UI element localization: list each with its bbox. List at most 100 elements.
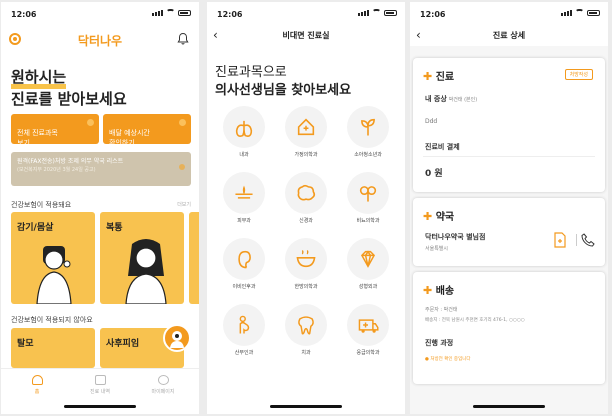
tab-mypage[interactable]: 마이페이지	[143, 375, 183, 395]
status-time: 12:06	[420, 10, 446, 19]
pharmacy-heading: ✚ 약국	[423, 208, 454, 223]
sprout-icon	[347, 106, 389, 148]
department-item[interactable]: 산부인과	[217, 304, 271, 356]
notice-subtitle: (보건복지부 2020년 3월 24일 공고)	[17, 167, 96, 173]
card-cold[interactable]: 감기/몸살	[11, 212, 95, 304]
all-departments-button[interactable]: 전체 진료과목 보기	[11, 114, 99, 147]
pregnancy-icon	[223, 304, 265, 346]
status-icons	[358, 9, 397, 16]
department-item[interactable]: 이비인후과	[217, 238, 271, 290]
delivery-address: 배송지 : 전북 남원시 주천면 호기리 476-1, ○○○○	[425, 318, 525, 323]
insured-section-title: 건강보험이 적용돼요	[11, 201, 72, 209]
fee-value: 0 원	[425, 169, 443, 179]
home-indicator	[64, 405, 136, 408]
pharmacy-name-row: 닥터나우약국 별님점	[425, 232, 485, 242]
ear-icon	[223, 238, 265, 280]
department-label: 피부과	[237, 218, 251, 224]
status-icons	[152, 9, 191, 16]
progress-row: 진행 과정	[425, 338, 453, 348]
herbal-bowl-icon	[285, 238, 327, 280]
ambulance-icon	[347, 304, 389, 346]
diamond-icon	[347, 238, 389, 280]
status-time: 12:06	[217, 10, 243, 19]
delivery-heading: ✚ 배송	[423, 282, 454, 297]
plus-icon: ✚	[423, 70, 433, 83]
department-item[interactable]: 치과	[279, 304, 333, 356]
symptom-row: 내 증상 박건태 (본인)	[425, 94, 477, 104]
document-icon[interactable]	[553, 232, 567, 248]
tab-history-label: 진료 내역	[90, 389, 110, 395]
department-label: 산부인과	[234, 350, 254, 356]
notice-title: 원격(FAX전송)처방 조제 의무 약국 리스트	[17, 158, 124, 165]
detail-screen: 12:06 ‹ 진료 상세 ✚ 진료 처방작성 내 증상 박건태 (본인) Dd…	[410, 2, 608, 414]
card-cold-label: 감기/몸살	[17, 223, 54, 233]
delivery-time-button[interactable]: 배달 예상시간 확인하기	[103, 114, 191, 147]
department-item[interactable]: 소아청소년과	[341, 106, 395, 158]
doctor-avatar-icon	[170, 331, 184, 348]
back-arrow-icon[interactable]: ‹	[213, 28, 218, 42]
tab-mypage-label: 마이페이지	[151, 389, 175, 395]
pharmacy-notice-banner[interactable]: 원격(FAX전송)처방 조제 의무 약국 리스트 (보건복지부 2020년 3월…	[11, 152, 191, 186]
tab-home[interactable]: 홈	[17, 375, 57, 395]
history-icon	[94, 375, 106, 385]
user-icon	[157, 375, 169, 385]
symptom-patient: 박건태 (본인)	[448, 97, 478, 103]
status-bar: 12:06	[207, 2, 405, 24]
department-label: 성형외과	[358, 284, 378, 290]
skin-icon	[223, 172, 265, 214]
delivery-card: ✚ 배송 주문자 : 박건태 배송지 : 전북 남원시 주천면 호기리 476-…	[413, 272, 605, 384]
card-hairloss-label: 탈모	[17, 339, 34, 349]
home-indicator	[473, 405, 545, 408]
card-hairloss[interactable]: 탈모	[11, 328, 95, 368]
department-label: 이비인후과	[232, 284, 256, 290]
department-label: 비뇨의학과	[356, 218, 380, 224]
clinic-heading: ✚ 진료	[423, 68, 454, 83]
department-item[interactable]: 응급의학과	[341, 304, 395, 356]
back-arrow-icon[interactable]: ‹	[416, 28, 421, 42]
chevron-icon	[179, 119, 186, 126]
hero-heading: 원하시는 진료를 받아보세요	[11, 67, 127, 109]
divider	[423, 156, 595, 157]
symptom-label: 내 증상	[425, 95, 447, 103]
card-stomachache[interactable]: 복통	[100, 212, 184, 304]
department-label: 응급의학과	[356, 350, 380, 356]
department-item[interactable]: 내과	[217, 106, 271, 158]
card-stomachache-label: 복통	[106, 223, 123, 233]
plus-icon: ✚	[423, 210, 433, 223]
stomachache-illustration	[125, 239, 167, 304]
chat-consult-button[interactable]	[163, 324, 191, 352]
app-title: 닥터나우	[77, 34, 123, 48]
lungs-icon	[223, 106, 265, 148]
department-item[interactable]: 신경과	[279, 172, 333, 224]
tooth-icon	[285, 304, 327, 346]
status-time: 12:06	[11, 10, 37, 19]
pharmacy-address: 서울특별시	[425, 246, 449, 252]
fee-label: 진료비 결제	[425, 143, 460, 151]
phone-icon[interactable]	[581, 233, 595, 247]
house-icon	[285, 106, 327, 148]
department-item[interactable]: 비뇨의학과	[341, 172, 395, 224]
department-label: 한방의학과	[294, 284, 318, 290]
department-item[interactable]: 한방의학과	[279, 238, 333, 290]
nav-title: 비대면 진료실	[282, 31, 330, 40]
department-label: 치과	[301, 350, 311, 356]
bell-icon[interactable]	[177, 32, 189, 45]
department-label: 신경과	[299, 218, 313, 224]
department-item[interactable]: 성형외과	[341, 238, 395, 290]
fee-label-row: 진료비 결제	[425, 142, 460, 152]
pharmacy-card: ✚ 약국 닥터나우약국 별님점 서울특별시	[413, 198, 605, 266]
hero-line2: 의사선생님을 찾아보세요	[215, 83, 352, 98]
tab-history[interactable]: 진료 내역	[80, 375, 120, 395]
department-item[interactable]: 피부과	[217, 172, 271, 224]
department-item[interactable]: 가정의학과	[279, 106, 333, 158]
department-label: 소아청소년과	[354, 152, 382, 158]
plus-icon: ✚	[423, 284, 433, 297]
department-label: 가정의학과	[294, 152, 318, 158]
prescription-badge[interactable]: 처방작성	[564, 69, 593, 80]
delivery-title: 배송	[435, 286, 455, 297]
brain-icon	[285, 172, 327, 214]
status-bar: 12:06	[410, 2, 608, 24]
nav-bar: ‹ 비대면 진료실	[207, 28, 405, 46]
all-departments-label: 전체 진료과목 보기	[17, 129, 58, 147]
more-link[interactable]: 더보기	[177, 201, 191, 208]
